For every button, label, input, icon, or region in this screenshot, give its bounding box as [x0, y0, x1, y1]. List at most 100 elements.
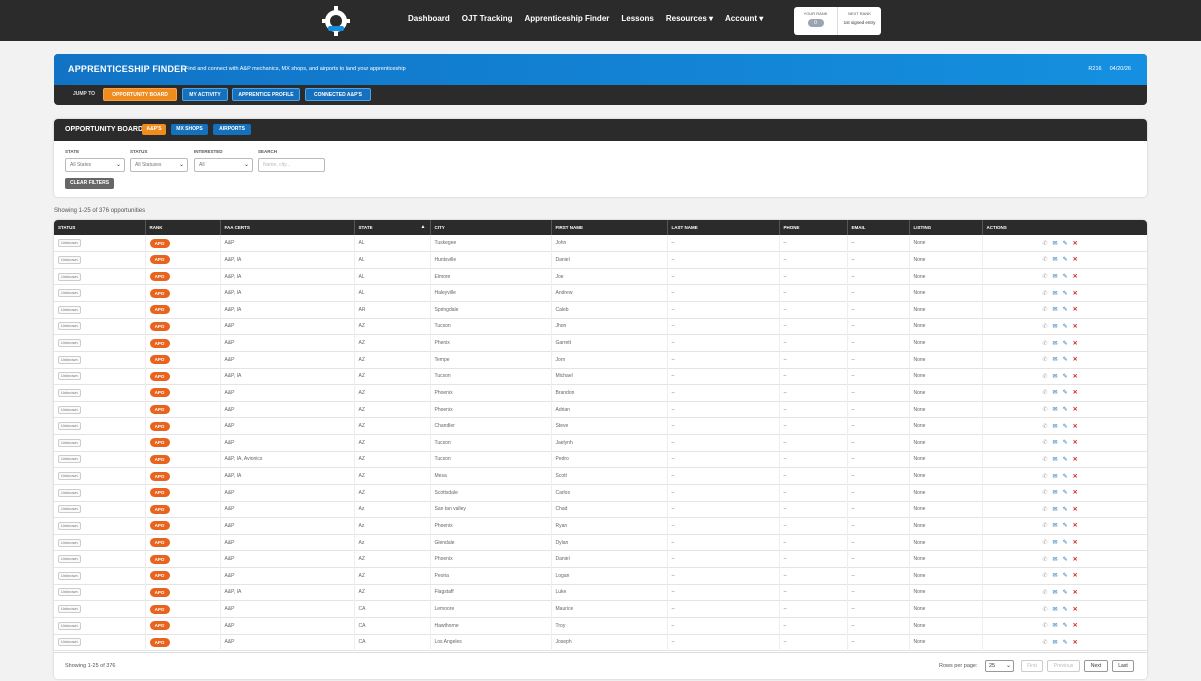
table-row[interactable]: Unknown APO A&P AZ Phoenix Daniel -- -- -- None ✆ ✉…	[54, 550, 1147, 568]
table-row[interactable]: Unknown APO A&P AL Tuskegee John – – – None ✆ ✉ ✎ ✕	[54, 235, 1147, 252]
table-row[interactable]: Unknown APO A&P, IA AL Huntsville Daniel -- -- -…	[54, 251, 1147, 269]
phone-icon[interactable]: ✆	[1043, 622, 1048, 629]
mail-icon[interactable]: ✉	[1053, 606, 1058, 613]
table-row[interactable]: Unknown APO A&P, IA AL Haleyville Andrew – – – No…	[54, 284, 1147, 302]
mail-icon[interactable]: ✉	[1053, 323, 1058, 330]
table-row[interactable]: Unknown APO A&P, IA AL Elmore Joe -- -- -- None ✆ ✉…	[54, 268, 1147, 285]
mail-icon[interactable]: ✉	[1053, 340, 1058, 347]
delete-icon[interactable]: ✕	[1073, 572, 1078, 579]
rows-per-page-select[interactable]: 25 ⌄	[985, 660, 1014, 672]
table-row[interactable]: Unknown APO A&P, IA AR Springdale Caleb -- -- --…	[54, 301, 1147, 319]
edit-icon[interactable]: ✎	[1063, 323, 1068, 330]
delete-icon[interactable]: ✕	[1073, 539, 1078, 546]
tab-airports[interactable]: AIRPORTS	[213, 124, 251, 135]
mail-icon[interactable]: ✉	[1053, 356, 1058, 363]
phone-icon[interactable]: ✆	[1043, 572, 1048, 579]
edit-icon[interactable]: ✎	[1063, 389, 1068, 396]
mail-icon[interactable]: ✉	[1053, 423, 1058, 430]
mail-icon[interactable]: ✉	[1053, 290, 1058, 297]
col-listing[interactable]: LISTING	[909, 220, 983, 235]
previous-page-button[interactable]: Previous	[1047, 660, 1080, 672]
jump-apprentice-profile-button[interactable]: APPRENTICE PROFILE	[232, 88, 300, 101]
edit-icon[interactable]: ✎	[1063, 606, 1068, 613]
delete-icon[interactable]: ✕	[1073, 556, 1078, 563]
edit-icon[interactable]: ✎	[1063, 306, 1068, 313]
mail-icon[interactable]: ✉	[1053, 589, 1058, 596]
delete-icon[interactable]: ✕	[1073, 273, 1078, 280]
col-phone[interactable]: PHONE	[779, 220, 848, 235]
delete-icon[interactable]: ✕	[1073, 639, 1078, 646]
delete-icon[interactable]: ✕	[1073, 306, 1078, 313]
phone-icon[interactable]: ✆	[1043, 373, 1048, 380]
phone-icon[interactable]: ✆	[1043, 406, 1048, 413]
table-row[interactable]: Unknown APO A&P Az Phoenix Ryan -- -- -- None ✆ ✉ ✎ ✕	[54, 517, 1147, 535]
table-row[interactable]: Unknown APO A&P AZ Scottsdale Carlos – – – None ✆ ✉…	[54, 484, 1147, 501]
col-faa-certs[interactable]: FAA CERTS	[220, 220, 355, 235]
phone-icon[interactable]: ✆	[1043, 389, 1048, 396]
phone-icon[interactable]: ✆	[1043, 522, 1048, 529]
col-first-name[interactable]: FIRST NAME	[551, 220, 668, 235]
status-filter-select[interactable]: All Statuses ⌄	[130, 158, 188, 172]
edit-icon[interactable]: ✎	[1063, 489, 1068, 496]
nav-apprenticeship-finder[interactable]: Apprenticeship Finder	[524, 14, 609, 23]
table-row[interactable]: Unknown APO A&P AZ Tucson Jaelynh – – – None ✆ ✉ ✎ ✕	[54, 434, 1147, 452]
edit-icon[interactable]: ✎	[1063, 539, 1068, 546]
delete-icon[interactable]: ✕	[1073, 256, 1078, 263]
phone-icon[interactable]: ✆	[1043, 606, 1048, 613]
next-page-button[interactable]: Next	[1084, 660, 1108, 672]
edit-icon[interactable]: ✎	[1063, 522, 1068, 529]
edit-icon[interactable]: ✎	[1063, 406, 1068, 413]
mail-icon[interactable]: ✉	[1053, 522, 1058, 529]
col-email[interactable]: EMAIL	[847, 220, 910, 235]
table-row[interactable]: Unknown APO A&P AZ Chandler Steve -- -- -- None ✆ ✉…	[54, 417, 1147, 435]
edit-icon[interactable]: ✎	[1063, 473, 1068, 480]
phone-icon[interactable]: ✆	[1043, 489, 1048, 496]
mail-icon[interactable]: ✉	[1053, 406, 1058, 413]
mail-icon[interactable]: ✉	[1053, 256, 1058, 263]
clear-filters-button[interactable]: CLEAR FILTERS	[65, 178, 114, 189]
state-filter-select[interactable]: All States ⌄	[65, 158, 125, 172]
phone-icon[interactable]: ✆	[1043, 539, 1048, 546]
first-page-button[interactable]: First	[1021, 660, 1043, 672]
table-row[interactable]: Unknown APO A&P, IA, Avionics AZ Tucson Pedro…	[54, 451, 1147, 468]
mail-icon[interactable]: ✉	[1053, 556, 1058, 563]
tab-aps[interactable]: A&P'S	[142, 124, 166, 135]
mail-icon[interactable]: ✉	[1053, 639, 1058, 646]
phone-icon[interactable]: ✆	[1043, 240, 1048, 247]
mail-icon[interactable]: ✉	[1053, 622, 1058, 629]
table-row[interactable]: Unknown APO A&P Az San tan valley Chad -- -- -- N…	[54, 501, 1147, 518]
table-row[interactable]: Unknown APO A&P, IA AZ Flagstaff Luke -- -- -- No…	[54, 584, 1147, 601]
table-row[interactable]: Unknown APO A&P, IA AZ Mesa Scott – – – None ✆ ✉ ✎ ✕	[54, 467, 1147, 485]
jump-my-activity-button[interactable]: MY ACTIVITY	[182, 88, 228, 101]
nav-dashboard[interactable]: Dashboard	[408, 14, 450, 23]
edit-icon[interactable]: ✎	[1063, 556, 1068, 563]
edit-icon[interactable]: ✎	[1063, 423, 1068, 430]
col-rank[interactable]: RANK	[145, 220, 221, 235]
delete-icon[interactable]: ✕	[1073, 589, 1078, 596]
phone-icon[interactable]: ✆	[1043, 639, 1048, 646]
edit-icon[interactable]: ✎	[1063, 356, 1068, 363]
mail-icon[interactable]: ✉	[1053, 373, 1058, 380]
mail-icon[interactable]: ✉	[1053, 273, 1058, 280]
delete-icon[interactable]: ✕	[1073, 622, 1078, 629]
col-last-name[interactable]: LAST NAME	[667, 220, 780, 235]
delete-icon[interactable]: ✕	[1073, 373, 1078, 380]
phone-icon[interactable]: ✆	[1043, 356, 1048, 363]
table-row[interactable]: Unknown APO A&P AZ Phenix Garrett -- -- -- None ✆ ✉…	[54, 334, 1147, 352]
col-city[interactable]: CITY	[430, 220, 552, 235]
table-row[interactable]: Unknown APO A&P AZ Phoenix Brandon -- -- -- None ✆…	[54, 384, 1147, 402]
delete-icon[interactable]: ✕	[1073, 389, 1078, 396]
phone-icon[interactable]: ✆	[1043, 273, 1048, 280]
mail-icon[interactable]: ✉	[1053, 489, 1058, 496]
phone-icon[interactable]: ✆	[1043, 506, 1048, 513]
phone-icon[interactable]: ✆	[1043, 556, 1048, 563]
delete-icon[interactable]: ✕	[1073, 323, 1078, 330]
table-row[interactable]: Unknown APO A&P CA Hawthorne Troy – – – None ✆ ✉ ✎ ✕	[54, 617, 1147, 634]
nav-ojt-tracking[interactable]: OJT Tracking	[462, 14, 513, 23]
table-row[interactable]: Unknown APO A&P AZ Phoenix Adrian -- -- -- None ✆ ✉…	[54, 401, 1147, 418]
phone-icon[interactable]: ✆	[1043, 256, 1048, 263]
last-page-button[interactable]: Last	[1112, 660, 1134, 672]
mail-icon[interactable]: ✉	[1053, 306, 1058, 313]
table-row[interactable]: Unknown APO A&P AZ Tucson Jhon -- -- -- None ✆ ✉ ✎ ✕	[54, 318, 1147, 335]
jump-opportunity-board-button[interactable]: OPPORTUNITY BOARD	[103, 88, 177, 101]
